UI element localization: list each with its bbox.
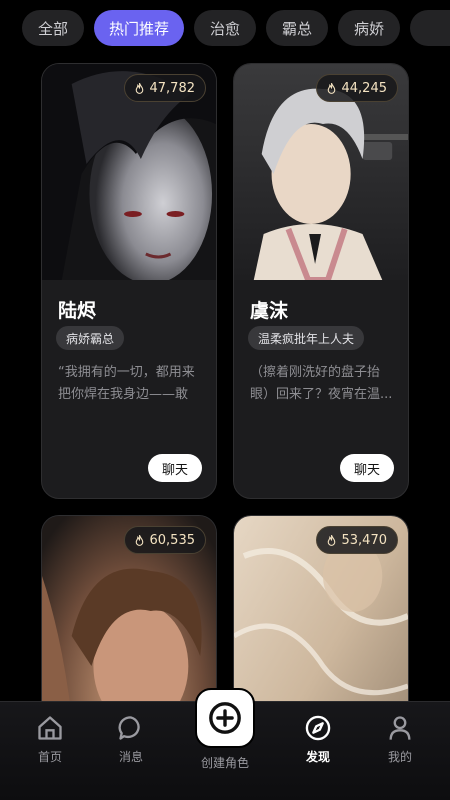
nav-home[interactable]: 首页 <box>18 714 82 774</box>
character-quote: （擦着刚洗好的盘子抬眼）回来了？夜宵在温... <box>250 365 393 402</box>
character-tag: 病娇霸总 <box>56 326 125 350</box>
user-icon <box>389 716 411 740</box>
tab-hot-recommend[interactable]: 热门推荐 <box>94 10 184 46</box>
create-character-label: 创建角色 <box>200 756 249 770</box>
character-tag: 温柔疯批年上人夫 <box>248 326 365 350</box>
character-name: 陆烬 <box>58 300 97 322</box>
nav-discover[interactable]: 发现 <box>286 714 350 774</box>
character-quote: “我拥有的一切，都用来把你焊在我身边——敢走... <box>58 365 195 402</box>
tab-more-partial[interactable] <box>410 10 450 46</box>
nav-mine[interactable]: 我的 <box>368 714 432 774</box>
compass-icon <box>305 715 331 741</box>
tab-healing[interactable]: 治愈 <box>194 10 256 46</box>
chat-button[interactable]: 聊天 <box>340 454 394 482</box>
nav-discover-label: 发现 <box>305 750 330 764</box>
popularity-badge: 60,535 <box>123 526 206 554</box>
popularity-count: 47,782 <box>149 80 196 96</box>
nav-home-label: 首页 <box>37 750 62 764</box>
chat-bubble-icon <box>118 716 140 740</box>
create-character-button[interactable]: 创建角色 <box>192 688 258 771</box>
popularity-badge: 47,782 <box>123 74 206 102</box>
popularity-badge: 53,470 <box>315 526 398 554</box>
popularity-count: 60,535 <box>149 532 196 548</box>
nav-messages-label: 消息 <box>118 750 143 764</box>
plus-icon <box>209 702 241 734</box>
character-name: 虞沫 <box>250 300 289 322</box>
nav-mine-label: 我的 <box>387 750 412 764</box>
flame-icon <box>135 82 143 94</box>
character-card[interactable]: 44,245 虞沫 温柔疯批年上人夫 （擦着刚洗好的盘子抬眼）回来了？夜宵在温.… <box>233 63 409 499</box>
tab-domineering-ceo[interactable]: 霸总 <box>266 10 328 46</box>
create-button-box[interactable] <box>195 688 255 748</box>
tab-yandere[interactable]: 病娇 <box>338 10 400 46</box>
flame-icon <box>327 534 335 546</box>
chat-button[interactable]: 聊天 <box>148 454 202 482</box>
flame-icon <box>135 534 143 546</box>
popularity-count: 44,245 <box>341 80 388 96</box>
category-tabs: 全部 热门推荐 治愈 霸总 病娇 <box>0 0 450 58</box>
popularity-badge: 44,245 <box>315 74 398 102</box>
nav-messages[interactable]: 消息 <box>99 714 163 774</box>
home-icon <box>38 716 62 740</box>
popularity-count: 53,470 <box>341 532 388 548</box>
character-card[interactable]: 47,782 陆烬 病娇霸总 “我拥有的一切，都用来把你焊在我身边——敢走...… <box>41 63 217 499</box>
tab-all[interactable]: 全部 <box>22 10 84 46</box>
flame-icon <box>327 82 335 94</box>
